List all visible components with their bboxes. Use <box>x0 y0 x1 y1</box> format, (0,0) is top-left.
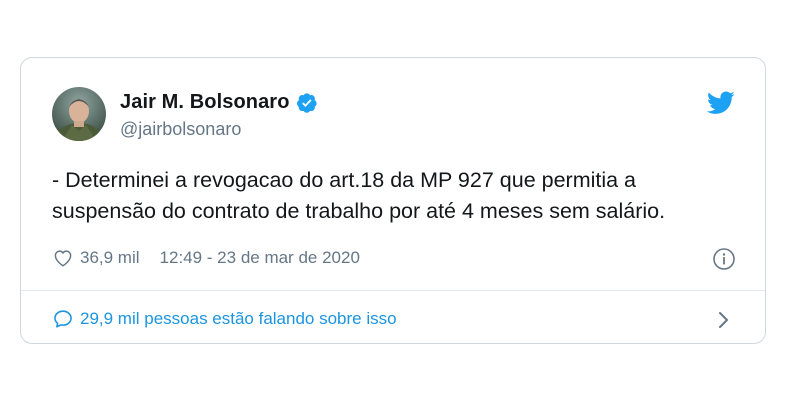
twitter-bird-icon[interactable] <box>706 91 735 115</box>
heart-icon[interactable] <box>52 247 74 269</box>
tweet-card[interactable]: Jair M. Bolsonaro @jairbolsonaro - Deter… <box>20 57 766 344</box>
speech-bubble-icon <box>52 308 74 330</box>
verified-badge-icon <box>296 92 318 114</box>
tweet-text: - Determinei a revogacao do art.18 da MP… <box>52 165 742 227</box>
divider <box>21 290 765 291</box>
author-handle[interactable]: @jairbolsonaro <box>120 119 241 140</box>
avatar[interactable] <box>52 87 106 141</box>
chevron-right-icon[interactable] <box>717 309 731 331</box>
author-row[interactable]: Jair M. Bolsonaro <box>120 91 318 114</box>
tweet-text-line: suspensão do contrato de trabalho por at… <box>52 199 666 223</box>
info-icon[interactable] <box>712 247 736 271</box>
author-name[interactable]: Jair M. Bolsonaro <box>120 91 290 114</box>
like-count[interactable]: 36,9 mil <box>80 248 140 268</box>
conversation-label[interactable]: 29,9 mil pessoas estão falando sobre iss… <box>80 309 397 329</box>
tweet-text-line: - Determinei a revogacao do art.18 da MP… <box>52 168 637 192</box>
tweet-timestamp[interactable]: 12:49 - 23 de mar de 2020 <box>160 248 360 268</box>
conversation-link[interactable]: 29,9 mil pessoas estão falando sobre iss… <box>52 308 397 330</box>
tweet-meta: 36,9 mil 12:49 - 23 de mar de 2020 <box>52 247 360 269</box>
